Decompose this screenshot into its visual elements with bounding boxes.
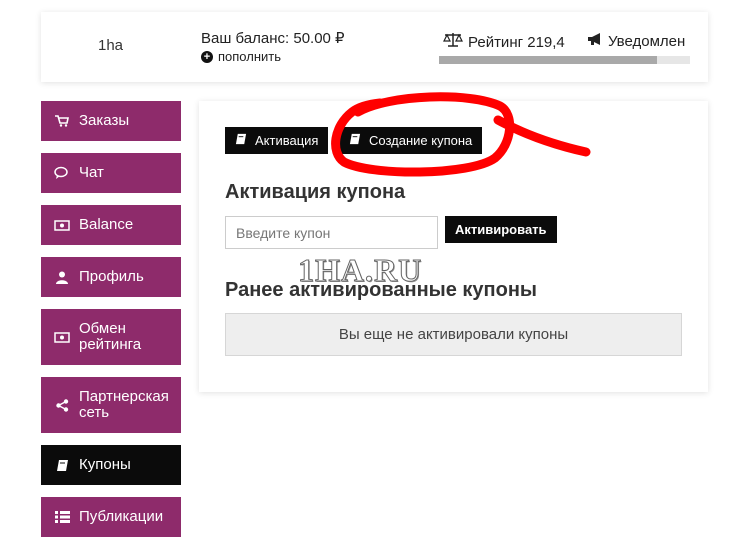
tab-label: Создание купона bbox=[369, 133, 473, 148]
rating-link[interactable]: Рейтинг 219,4 bbox=[443, 32, 565, 52]
sidebar-item-coupons[interactable]: Купоны bbox=[41, 445, 181, 485]
coupons-panel: Активация Создание купона Активация купо… bbox=[199, 101, 708, 392]
share-icon bbox=[53, 398, 71, 412]
megaphone-icon bbox=[587, 32, 603, 50]
rating-progress-fill bbox=[439, 56, 658, 64]
empty-coupons-message: Вы еще не активировали купоны bbox=[225, 313, 682, 356]
notifications-label: Уведомлен bbox=[608, 32, 686, 50]
sidebar-item-profile[interactable]: Профиль bbox=[41, 257, 181, 297]
topup-label: пополнить bbox=[218, 49, 282, 64]
sidebar-item-label: Balance bbox=[79, 216, 134, 233]
sidebar-item-orders[interactable]: Заказы bbox=[41, 101, 181, 141]
money-icon bbox=[53, 331, 71, 343]
book-icon bbox=[235, 133, 247, 148]
notifications-link[interactable]: Уведомлен bbox=[587, 32, 685, 50]
sidebar-item-label: Купоны bbox=[79, 456, 131, 473]
rating-progress-bar bbox=[439, 56, 690, 64]
sidebar-item-label: Партнерская сеть bbox=[79, 388, 169, 421]
tab-label: Активация bbox=[255, 133, 319, 148]
sidebar-item-chat[interactable]: Чат bbox=[41, 153, 181, 193]
sidebar-item-label: Заказы bbox=[79, 112, 130, 129]
activation-title: Активация купона bbox=[225, 181, 406, 203]
coupon-input[interactable] bbox=[225, 216, 438, 249]
sidebar-item-partner-network[interactable]: Партнерская сеть bbox=[41, 377, 181, 433]
list-icon bbox=[53, 511, 71, 523]
cart-icon bbox=[53, 115, 71, 127]
topup-link[interactable]: + пополнить bbox=[201, 49, 281, 64]
rating-label: Рейтинг 219,4 bbox=[468, 33, 565, 51]
user-icon bbox=[53, 271, 71, 284]
sidebar-item-label: Профиль bbox=[79, 268, 144, 285]
scales-icon bbox=[443, 32, 463, 52]
top-header: 1ha Ваш баланс: 50.00 ₽ + пополнить Рейт… bbox=[41, 12, 708, 82]
sidebar-item-publications[interactable]: Публикации bbox=[41, 497, 181, 537]
book-icon bbox=[349, 133, 361, 148]
book-icon bbox=[53, 459, 71, 472]
tab-create-coupon[interactable]: Создание купона bbox=[339, 127, 483, 154]
money-icon bbox=[53, 219, 71, 231]
activate-button[interactable]: Активировать bbox=[445, 216, 557, 243]
sidebar-item-label: Чат bbox=[79, 164, 104, 181]
plus-circle-icon: + bbox=[201, 50, 213, 63]
balance-text: Ваш баланс: 50.00 ₽ bbox=[201, 30, 345, 47]
sidebar-item-balance[interactable]: Balance bbox=[41, 205, 181, 245]
username: 1ha bbox=[98, 37, 124, 54]
chat-icon bbox=[53, 166, 71, 180]
sidebar-item-label: Публикации bbox=[79, 508, 164, 525]
tab-activation[interactable]: Активация bbox=[225, 127, 329, 154]
sidebar-item-label: Обмен рейтинга bbox=[79, 320, 142, 353]
sidebar-item-rating-exchange[interactable]: Обмен рейтинга bbox=[41, 309, 181, 365]
watermark: 1HA.RU bbox=[297, 252, 423, 289]
